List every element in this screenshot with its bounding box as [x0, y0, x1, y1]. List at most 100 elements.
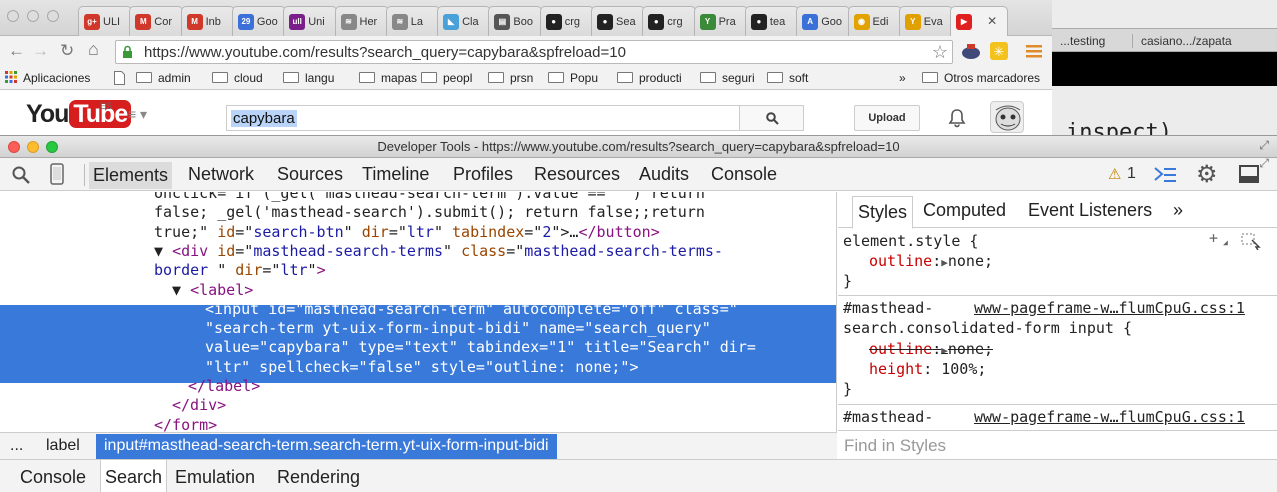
bookmark-folder[interactable]: peopl [421, 71, 472, 85]
close-tab-icon[interactable]: ✕ [987, 14, 997, 28]
youtube-search-input[interactable]: capybara [226, 105, 740, 131]
browser-tab[interactable]: Y Pra [693, 6, 748, 36]
expand-triangle-icon[interactable]: ▶ [941, 256, 948, 269]
browser-tab[interactable]: Y Eva [898, 6, 953, 36]
extension-icon[interactable] [960, 42, 982, 62]
device-mode-icon[interactable] [50, 163, 64, 185]
browser-tab[interactable]: ◣ Cla [437, 6, 492, 36]
tab-elements[interactable]: Elements [89, 162, 173, 189]
upload-button[interactable]: Upload [854, 105, 920, 131]
reload-icon[interactable]: ↻ [60, 41, 74, 61]
dom-line[interactable]: </div> [172, 396, 226, 415]
warning-count[interactable]: 1 [1127, 165, 1136, 183]
selected-dom-line[interactable]: <input id="masthead-search-term" autocom… [205, 300, 738, 319]
selected-dom-line[interactable]: value="capybara" type="text" tabindex="1… [205, 338, 756, 357]
browser-tab[interactable]: M Inb [180, 6, 235, 36]
browser-tab[interactable]: A Goo [796, 6, 851, 36]
more-bookmarks[interactable]: » [899, 71, 906, 85]
dom-line[interactable]: border " dir="ltr"> [154, 261, 326, 280]
tab-computed[interactable]: Computed [923, 200, 1006, 221]
dom-line[interactable]: ▼ <div id="masthead-search-terms" class=… [154, 242, 723, 261]
youtube-logo[interactable]: You Tube [26, 100, 132, 129]
tab-network[interactable]: Network [188, 164, 254, 185]
back-icon[interactable]: ← [8, 41, 25, 61]
bookmark-folder[interactable]: seguri [700, 71, 755, 85]
more-tabs-icon[interactable]: » [1173, 200, 1183, 221]
rule1-prop1-line[interactable]: outline:▶none; [869, 340, 993, 358]
dom-line[interactable]: </form> [154, 416, 217, 432]
address-bar[interactable]: https://www.youtube.com/results?search_q… [115, 40, 953, 64]
tab-event-listeners[interactable]: Event Listeners [1028, 200, 1152, 221]
toggle-state-icon[interactable] [1240, 232, 1262, 250]
bookmark-folder[interactable]: soft [767, 71, 808, 85]
browser-tab[interactable]: ≋ Her [334, 6, 389, 36]
dom-line[interactable]: </label> [188, 377, 260, 396]
tab-styles[interactable]: Styles [852, 196, 914, 229]
dock-icon[interactable] [1239, 165, 1259, 183]
browser-tab[interactable]: g+ ULI [78, 6, 132, 36]
bookmark-star-icon[interactable]: ☆ [932, 42, 948, 63]
drawer-tab-console[interactable]: Console [20, 467, 86, 488]
browser-tab[interactable]: ● crg [642, 6, 697, 36]
breadcrumb-ellipsis[interactable]: ... [10, 437, 23, 455]
tab-sources[interactable]: Sources [277, 164, 343, 185]
minimize-window-light[interactable] [27, 10, 39, 22]
terminal-tab-1[interactable]: ...testing [1060, 34, 1105, 48]
bookmark-folder[interactable]: langu [283, 71, 334, 85]
bell-icon[interactable] [947, 108, 967, 128]
browser-tab[interactable]: ● Sea [591, 6, 645, 36]
browser-tab[interactable]: 29 Goo [231, 6, 286, 36]
inspect-search-icon[interactable] [12, 166, 30, 184]
tab-audits[interactable]: Audits [639, 164, 689, 185]
breadcrumb-label[interactable]: label [46, 437, 80, 455]
bookmark-folder[interactable]: Popu [548, 71, 598, 85]
fullscreen-icon[interactable]: ⤢ [1259, 156, 1269, 171]
selected-dom-line[interactable]: "search-term yt-uix-form-input-bidi" nam… [205, 319, 711, 338]
browser-tab[interactable]: M Cor [129, 6, 184, 36]
drawer-tab-emulation[interactable]: Emulation [175, 467, 255, 488]
home-icon[interactable]: ⌂ [88, 39, 99, 60]
bookmark-folder[interactable]: producti [617, 71, 682, 85]
browser-tab[interactable]: ▶ ✕ [950, 6, 1009, 36]
element-style-line[interactable]: outline:▶none; [869, 252, 993, 270]
browser-tab[interactable]: ● crg [539, 6, 594, 36]
bookmark-apps[interactable]: Aplicaciones [5, 71, 90, 85]
warning-icon[interactable]: ⚠ [1108, 165, 1121, 183]
bookmark-folder[interactable]: cloud [212, 71, 263, 85]
rule1-source-link[interactable]: www-pageframe-w…flumCpuG.css:1 [974, 299, 1245, 317]
dom-line[interactable]: ▼ <label> [172, 281, 253, 300]
extension-star-icon[interactable]: ✳ [990, 42, 1008, 60]
bookmark-folder[interactable]: prsn [488, 71, 533, 85]
find-in-styles-input[interactable]: Find in Styles [844, 436, 946, 456]
add-rule-icon[interactable]: + [1209, 229, 1218, 247]
youtube-search-button[interactable] [739, 105, 804, 131]
menu-icon[interactable] [1026, 44, 1042, 59]
avatar[interactable] [990, 101, 1024, 133]
page-icon[interactable] [114, 71, 125, 88]
browser-tab[interactable]: ◉ Edi [847, 6, 902, 36]
console-drawer-icon[interactable] [1153, 165, 1177, 185]
drawer-tab-search[interactable]: Search [100, 460, 168, 492]
breadcrumb-selected[interactable]: input#masthead-search-term.search-term.y… [96, 434, 557, 459]
gear-icon[interactable]: ⚙ [1196, 160, 1218, 189]
zoom-window-light[interactable] [47, 10, 59, 22]
tab-profiles[interactable]: Profiles [453, 164, 513, 185]
dom-line[interactable]: false; _gel('masthead-search').submit();… [154, 203, 705, 222]
browser-tab[interactable]: ▤ Boo [488, 6, 543, 36]
dom-line[interactable]: true;" id="search-btn" dir="ltr" tabinde… [154, 223, 660, 242]
bookmark-folder[interactable]: mapas [359, 71, 417, 85]
browser-tab[interactable]: ≋ La [385, 6, 440, 36]
browser-tab[interactable]: ● tea [744, 6, 799, 36]
rule2-source-link[interactable]: www-pageframe-w…flumCpuG.css:1 [974, 408, 1245, 426]
elements-tree[interactable]: onclick="if (_gel('masthead-search-term'… [0, 192, 837, 432]
tab-timeline[interactable]: Timeline [362, 164, 429, 185]
terminal-tab-2[interactable]: casiano.../zapata [1132, 34, 1232, 48]
close-window-light[interactable] [7, 10, 19, 22]
expand-triangle-icon[interactable]: ▶ [941, 344, 948, 357]
bookmark-folder[interactable]: admin [136, 71, 191, 85]
guide-menu-icon[interactable]: ≡ ▾ [128, 106, 147, 123]
browser-tab[interactable]: ull Uni [283, 6, 338, 36]
fullscreen-icon[interactable]: ⤢ [1259, 138, 1269, 153]
dom-line[interactable]: onclick="if (_gel('masthead-search-term'… [154, 192, 705, 203]
tab-console[interactable]: Console [711, 164, 777, 185]
